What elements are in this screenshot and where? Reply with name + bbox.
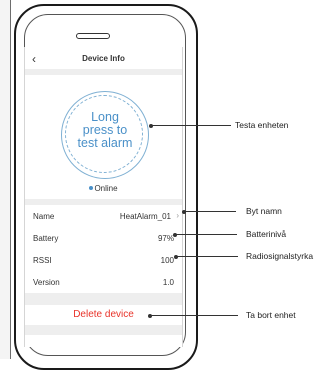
callout-line (151, 125, 231, 126)
rssi-row: RSSI 100 (25, 249, 182, 271)
status-badge: Online (25, 184, 182, 193)
chevron-right-icon: › (176, 211, 179, 220)
nav-bar: ‹ Device Info (25, 47, 182, 69)
header-divider (25, 69, 182, 75)
callout-rename-label: Byt namn (246, 206, 282, 216)
callout-line (184, 211, 236, 212)
bottom-band (25, 325, 182, 335)
callout-line (150, 315, 238, 316)
row-key: RSSI (33, 256, 52, 265)
online-dot-icon (89, 186, 94, 190)
test-alarm-button[interactable]: Long press to test alarm (61, 91, 149, 179)
version-row: Version 1.0 (25, 271, 182, 293)
speaker-slot (76, 33, 110, 39)
battery-row: Battery 97% (25, 227, 182, 249)
section-divider (25, 293, 182, 305)
battery-value: 97% (157, 234, 174, 243)
row-key: Battery (33, 234, 59, 243)
rssi-value: 100 (160, 256, 174, 265)
callout-line (175, 234, 237, 235)
row-key: Version (33, 278, 60, 287)
callout-test-label: Testa enheten (235, 120, 289, 130)
version-value: 1.0 (162, 278, 174, 287)
test-alarm-label: Long press to test alarm (77, 110, 133, 150)
device-info-screen: ‹ Device Info Long press to test alarm O… (24, 47, 183, 347)
callout-delete-label: Ta bort enhet (246, 310, 296, 320)
callout-signal-label: Radiosignalstyrka (246, 251, 314, 261)
device-name-value: HeatAlarm_01 (119, 212, 171, 221)
name-row[interactable]: Name HeatAlarm_01 › (25, 205, 182, 227)
row-key: Name (33, 212, 55, 221)
page-title: Device Info (82, 54, 125, 63)
callout-line (176, 256, 238, 257)
left-frame-edge (0, 0, 11, 359)
callout-battery-label: Batterinivå (246, 229, 287, 239)
